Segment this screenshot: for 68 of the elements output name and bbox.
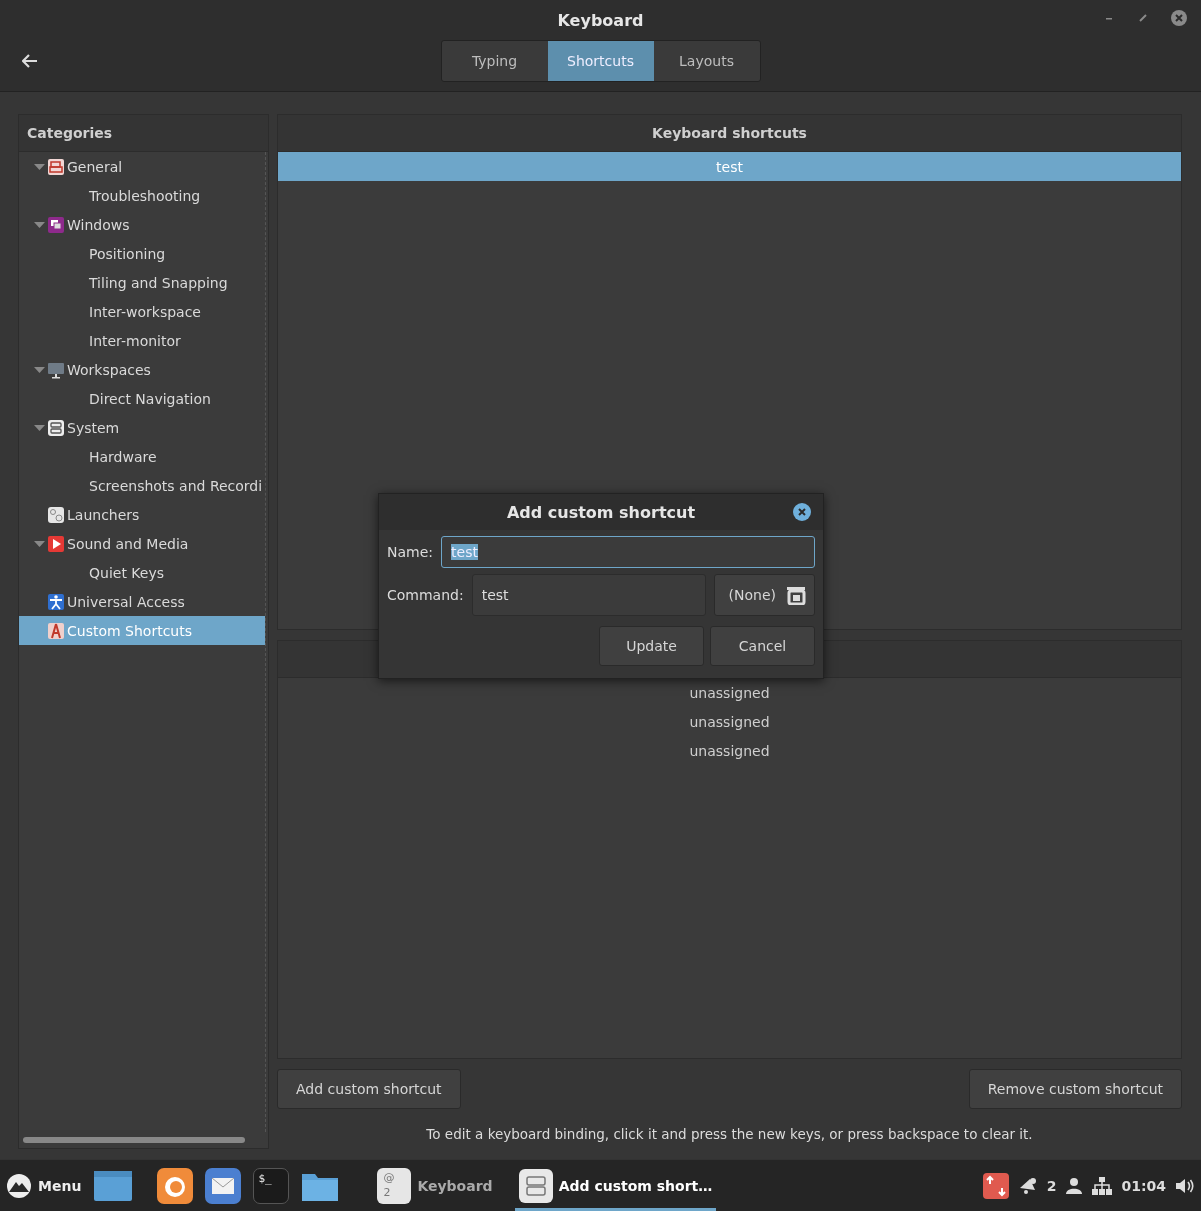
mail-icon[interactable] xyxy=(205,1167,242,1204)
scrollbar-thumb[interactable] xyxy=(23,1137,245,1143)
tab[interactable]: Layouts xyxy=(653,41,760,81)
tree-item[interactable]: Universal Access xyxy=(67,593,185,610)
tree-item[interactable]: System xyxy=(67,419,120,436)
binding-cell[interactable]: unassigned xyxy=(689,684,770,701)
window-title: Keyboard xyxy=(557,10,644,30)
expander-down-icon[interactable] xyxy=(34,538,45,549)
tree-item[interactable]: Direct Navigation xyxy=(47,390,211,407)
tree-item[interactable]: Tiling and Snapping xyxy=(47,274,228,291)
command-field[interactable]: test xyxy=(471,574,706,616)
clock[interactable]: 01:04 xyxy=(1121,1177,1166,1194)
binding-cell[interactable]: unassigned xyxy=(689,713,770,730)
tree-item[interactable]: Sound and Media xyxy=(67,535,189,552)
tree-item[interactable]: Launchers xyxy=(67,506,140,523)
category-icon xyxy=(47,534,65,553)
network-icon[interactable] xyxy=(1092,1176,1113,1195)
close-icon[interactable] xyxy=(1171,10,1187,26)
tree-item[interactable]: General xyxy=(67,158,123,175)
keyboard-key-icon: @ 2 xyxy=(377,1167,412,1204)
app-window-icon xyxy=(518,1168,553,1203)
category-icon xyxy=(47,592,65,611)
expander-down-icon[interactable] xyxy=(34,422,45,433)
restore-icon[interactable] xyxy=(1137,12,1149,24)
tab[interactable]: Typing xyxy=(441,41,548,81)
hint-text: To edit a keyboard binding, click it and press the new keys, or press backspace to clear it. xyxy=(425,1125,1034,1144)
field-label: Name: xyxy=(387,544,434,560)
category-icon xyxy=(47,157,65,176)
browse-button[interactable]: (None) xyxy=(713,574,815,616)
tree-item[interactable]: Inter-workspace xyxy=(47,303,201,320)
tree-item[interactable]: Hardware xyxy=(47,448,157,465)
terminal-icon[interactable]: $_ xyxy=(253,1167,290,1204)
notification-count[interactable]: 2 xyxy=(1046,1177,1057,1194)
dialog-title: Add custom shortcut xyxy=(506,502,696,522)
tree-item[interactable]: Screenshots and Recordi xyxy=(47,477,263,494)
dialog-button[interactable]: Cancel xyxy=(710,626,815,666)
window-icon[interactable] xyxy=(93,1168,134,1203)
category-icon xyxy=(47,418,65,437)
update-icon[interactable] xyxy=(982,1172,1009,1199)
copy-icon xyxy=(786,585,806,605)
column-header: Categories xyxy=(19,115,268,152)
category-icon xyxy=(47,360,65,379)
category-icon xyxy=(47,505,65,524)
task-button[interactable]: Add custom short… xyxy=(514,1160,717,1211)
tree-item[interactable]: Quiet Keys xyxy=(47,564,164,581)
tree-item[interactable]: Troubleshooting xyxy=(47,187,201,204)
tree-item[interactable]: Workspaces xyxy=(67,361,151,378)
remove-shortcut-button[interactable]: Remove custom shortcut xyxy=(968,1069,1182,1109)
expander-down-icon[interactable] xyxy=(34,219,45,230)
menu-button[interactable]: Menu xyxy=(6,1172,82,1199)
volume-icon[interactable] xyxy=(1175,1176,1195,1195)
column-header: Keyboard shortcuts xyxy=(278,115,1181,152)
user-icon[interactable] xyxy=(1065,1176,1084,1195)
task-button[interactable]: @ 2 Keyboard xyxy=(373,1160,497,1211)
binding-cell[interactable]: unassigned xyxy=(689,742,770,759)
tree-item[interactable]: Positioning xyxy=(47,245,166,262)
add-shortcut-button[interactable]: Add custom shortcut xyxy=(277,1069,461,1109)
close-icon[interactable] xyxy=(793,503,811,521)
expander-down-icon[interactable] xyxy=(34,161,45,172)
tree-item[interactable]: Inter-monitor xyxy=(47,332,181,349)
category-icon xyxy=(47,621,65,640)
mountain-logo-icon xyxy=(6,1172,32,1199)
field-label: Command: xyxy=(387,587,464,603)
category-icon xyxy=(47,215,65,234)
expander-down-icon[interactable] xyxy=(34,364,45,375)
dialog-button[interactable]: Update xyxy=(599,626,704,666)
back-arrow-icon[interactable] xyxy=(22,54,38,68)
tree-item[interactable]: Windows xyxy=(67,216,130,233)
